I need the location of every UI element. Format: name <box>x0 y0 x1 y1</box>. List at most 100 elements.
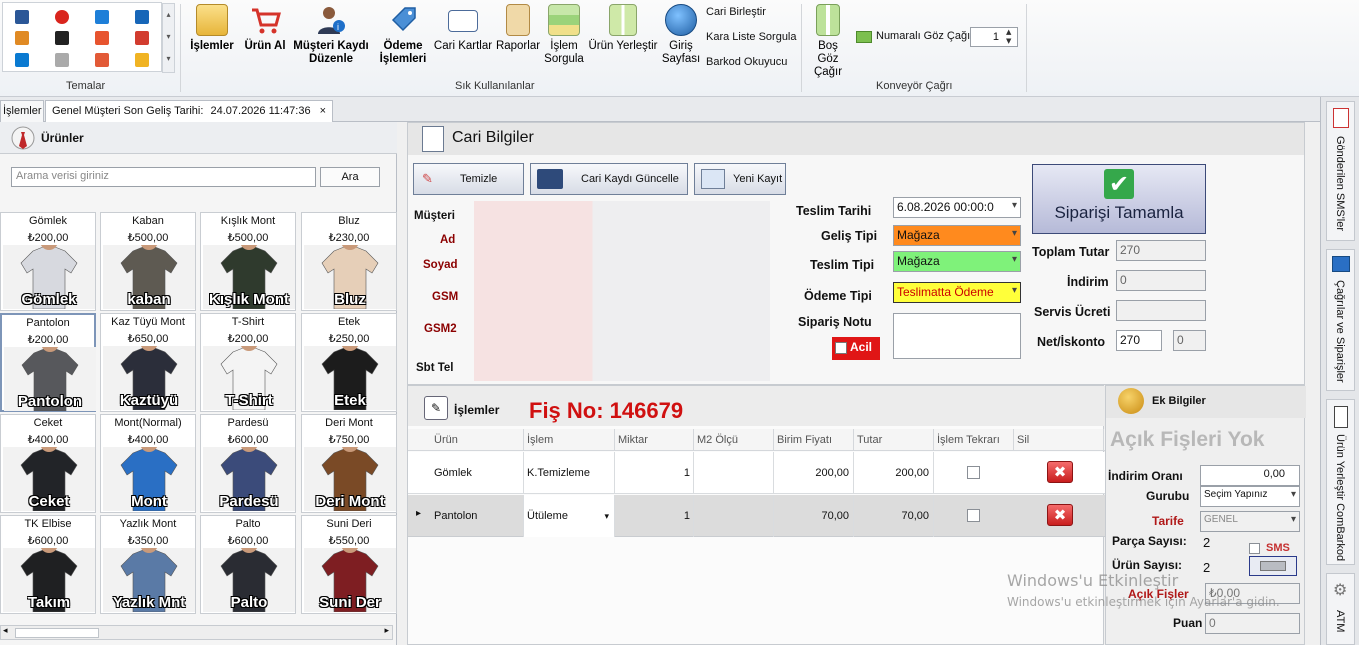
tarife-select[interactable]: GENEL <box>1200 511 1300 532</box>
cell-urun[interactable]: Pantolon <box>431 495 524 537</box>
gurubu-select[interactable]: Seçim Yapınız <box>1200 486 1300 507</box>
office-theme-icon[interactable] <box>135 53 149 67</box>
cell-m2[interactable] <box>694 452 774 494</box>
tab-islemler[interactable]: İşlemler <box>0 100 44 122</box>
cell-islem[interactable]: K.Temizleme <box>524 452 615 494</box>
siparisi-tamamla-button[interactable]: ✔ Siparişi Tamamla <box>1032 164 1206 234</box>
product-tile[interactable]: Kaz Tüyü Mont ₺650,00 Kaztüyü <box>100 313 196 412</box>
sidebar-tab-urun-yerlestir[interactable]: Ürün Yerleştir ComBarkod <box>1326 399 1355 565</box>
stepper-arrows-icon[interactable]: ▲ ▼ <box>1006 28 1011 46</box>
musteri-kaydi-duzenle-button[interactable]: i Müşteri Kaydı Düzenle <box>290 4 372 66</box>
cell-miktar[interactable]: 1 <box>615 495 694 537</box>
net-field[interactable]: 270 <box>1116 330 1162 351</box>
office-theme-icon[interactable] <box>95 53 109 67</box>
sidebar-tab-sms[interactable]: Gönderilen SMS'ler <box>1326 101 1355 241</box>
products-hscroll[interactable]: ◂ ▸ <box>0 625 393 640</box>
product-tile[interactable]: Yazlık Mont ₺350,00 Yazlık Mnt <box>100 515 196 614</box>
col-islem-tekrari[interactable]: İşlem Tekrarı <box>934 429 1014 451</box>
cari-kaydi-guncelle-button[interactable]: Cari Kaydı Güncelle <box>530 163 688 195</box>
theme-swatch-icon[interactable] <box>15 10 29 24</box>
product-tile[interactable]: Pardesü ₺600,00 Pardesü <box>200 414 296 513</box>
urun-yerlestir-button[interactable]: Ürün Yerleştir <box>588 4 658 53</box>
product-tile[interactable]: TK Elbise ₺600,00 Takım <box>0 515 96 614</box>
scroll-left-icon[interactable]: ◂ <box>3 626 8 636</box>
cell-tutar[interactable]: 70,00 <box>854 495 934 537</box>
chevron-down-icon[interactable]: ▾ <box>604 495 609 537</box>
siparis-notu-textarea[interactable] <box>893 313 1021 359</box>
islemler-button[interactable]: İşlemler <box>188 4 236 53</box>
odeme-tipi-select[interactable]: Teslimatta Ödeme <box>893 282 1021 303</box>
raporlar-button[interactable]: Raporlar <box>495 4 541 53</box>
urun-al-button[interactable]: Ürün Al <box>242 4 288 53</box>
product-tile[interactable]: Mont(Normal) ₺400,00 Mont <box>100 414 196 513</box>
sidebar-tab-atm[interactable]: ⚙ ATM <box>1326 573 1355 645</box>
search-button[interactable]: Ara <box>320 167 380 187</box>
tab-close-icon[interactable]: × <box>320 101 326 121</box>
windows-theme-icon[interactable] <box>95 10 109 24</box>
sidebar-tab-cagrilar[interactable]: Çağrılar ve Siparişler <box>1326 249 1355 391</box>
col-sil[interactable]: Sil <box>1014 429 1104 451</box>
theme-gallery[interactable]: ▴ ▾ ▾ <box>2 2 175 73</box>
office-theme-icon[interactable] <box>15 31 29 45</box>
iskonto-field[interactable]: 0 <box>1173 330 1206 351</box>
islem-tekrari-checkbox[interactable] <box>967 466 980 479</box>
office-theme-icon[interactable] <box>95 31 109 45</box>
col-miktar[interactable]: Miktar <box>615 429 694 451</box>
scroll-right-icon[interactable]: ▸ <box>384 626 389 636</box>
col-tutar[interactable]: Tutar <box>854 429 934 451</box>
gelis-tipi-select[interactable]: Mağaza <box>893 225 1021 246</box>
product-tile[interactable]: Kaban ₺500,00 kaban <box>100 212 196 311</box>
product-tile[interactable]: Deri Mont ₺750,00 Deri Mont <box>301 414 397 513</box>
cell-m2[interactable] <box>694 495 774 537</box>
barkod-okuyucu-button[interactable]: Barkod Okuyucu <box>706 56 787 68</box>
product-tile[interactable]: Kışlık Mont ₺500,00 Kışlık Mont <box>200 212 296 311</box>
product-tile[interactable]: T-Shirt ₺200,00 T-Shirt <box>200 313 296 412</box>
customer-fields-redacted[interactable] <box>474 201 770 381</box>
tab-genel-musteri[interactable]: Genel Müşteri Son Geliş Tarihi: 24.07.20… <box>45 100 333 123</box>
gallery-scroll[interactable]: ▴ ▾ ▾ <box>162 3 175 73</box>
cell-birim[interactable]: 200,00 <box>774 452 854 494</box>
giris-sayfasi-button[interactable]: Giriş Sayfası <box>660 4 702 66</box>
cell-birim[interactable]: 70,00 <box>774 495 854 537</box>
islem-tekrari-checkbox[interactable] <box>967 509 980 522</box>
product-tile[interactable]: Etek ₺250,00 Etek <box>301 313 397 412</box>
cari-birlestir-button[interactable]: Cari Birleştir <box>706 6 766 18</box>
product-tile[interactable]: Bluz ₺230,00 Bluz <box>301 212 397 311</box>
product-tile[interactable]: Palto ₺600,00 Palto <box>200 515 296 614</box>
cell-islem-select[interactable]: Ütüleme ▾ <box>524 495 615 537</box>
bos-goz-cagir-button[interactable]: Boş Göz Çağır <box>806 4 850 79</box>
product-tile[interactable]: Pantolon ₺200,00 Pantolon <box>0 313 96 412</box>
printer-button[interactable] <box>1249 556 1297 576</box>
acil-checkbox[interactable]: Acil <box>832 337 880 360</box>
cell-urun[interactable]: Gömlek <box>431 452 524 494</box>
product-tile[interactable]: Ceket ₺400,00 Ceket <box>0 414 96 513</box>
indirim-orani-field[interactable]: 0,00 <box>1200 465 1300 486</box>
cari-kartlar-button[interactable]: Cari Kartlar <box>433 4 493 53</box>
cell-miktar[interactable]: 1 <box>615 452 694 494</box>
teslim-tarihi-picker[interactable]: 6.08.2026 00:00:0 <box>893 197 1021 218</box>
windows-theme-icon[interactable] <box>135 10 149 24</box>
col-urun[interactable]: Ürün <box>431 429 524 451</box>
yeni-kayit-button[interactable]: Yeni Kayıt <box>694 163 786 195</box>
servis-ucreti-field[interactable] <box>1116 300 1206 321</box>
office-theme-icon[interactable] <box>55 53 69 67</box>
col-birim[interactable]: Birim Fiyatı <box>774 429 854 451</box>
kara-liste-sorgula-button[interactable]: Kara Liste Sorgula <box>706 31 797 43</box>
scroll-thumb[interactable] <box>15 628 99 638</box>
islem-sorgula-button[interactable]: İşlem Sorgula <box>543 4 585 66</box>
teslim-tipi-select[interactable]: Mağaza <box>893 251 1021 272</box>
office-theme-icon[interactable] <box>15 53 29 67</box>
odeme-islemleri-button[interactable]: Ödeme İşlemleri <box>375 4 431 66</box>
sms-checkbox[interactable] <box>1249 543 1260 554</box>
cell-tutar[interactable]: 200,00 <box>854 452 934 494</box>
product-tile[interactable]: Gömlek ₺200,00 Gömlek <box>0 212 96 311</box>
product-tile[interactable]: Suni Deri ₺550,00 Suni Der <box>301 515 397 614</box>
office-theme-icon[interactable] <box>55 31 69 45</box>
delete-row-button[interactable]: ✖ <box>1047 504 1073 526</box>
product-search-input[interactable]: Arama verisi giriniz <box>11 167 316 187</box>
col-islem[interactable]: İşlem <box>524 429 615 451</box>
col-m2[interactable]: M2 Ölçü <box>694 429 774 451</box>
delete-row-button[interactable]: ✖ <box>1047 461 1073 483</box>
theme-swatch-icon[interactable] <box>55 10 69 24</box>
temizle-button[interactable]: ✎ Temizle <box>413 163 524 195</box>
